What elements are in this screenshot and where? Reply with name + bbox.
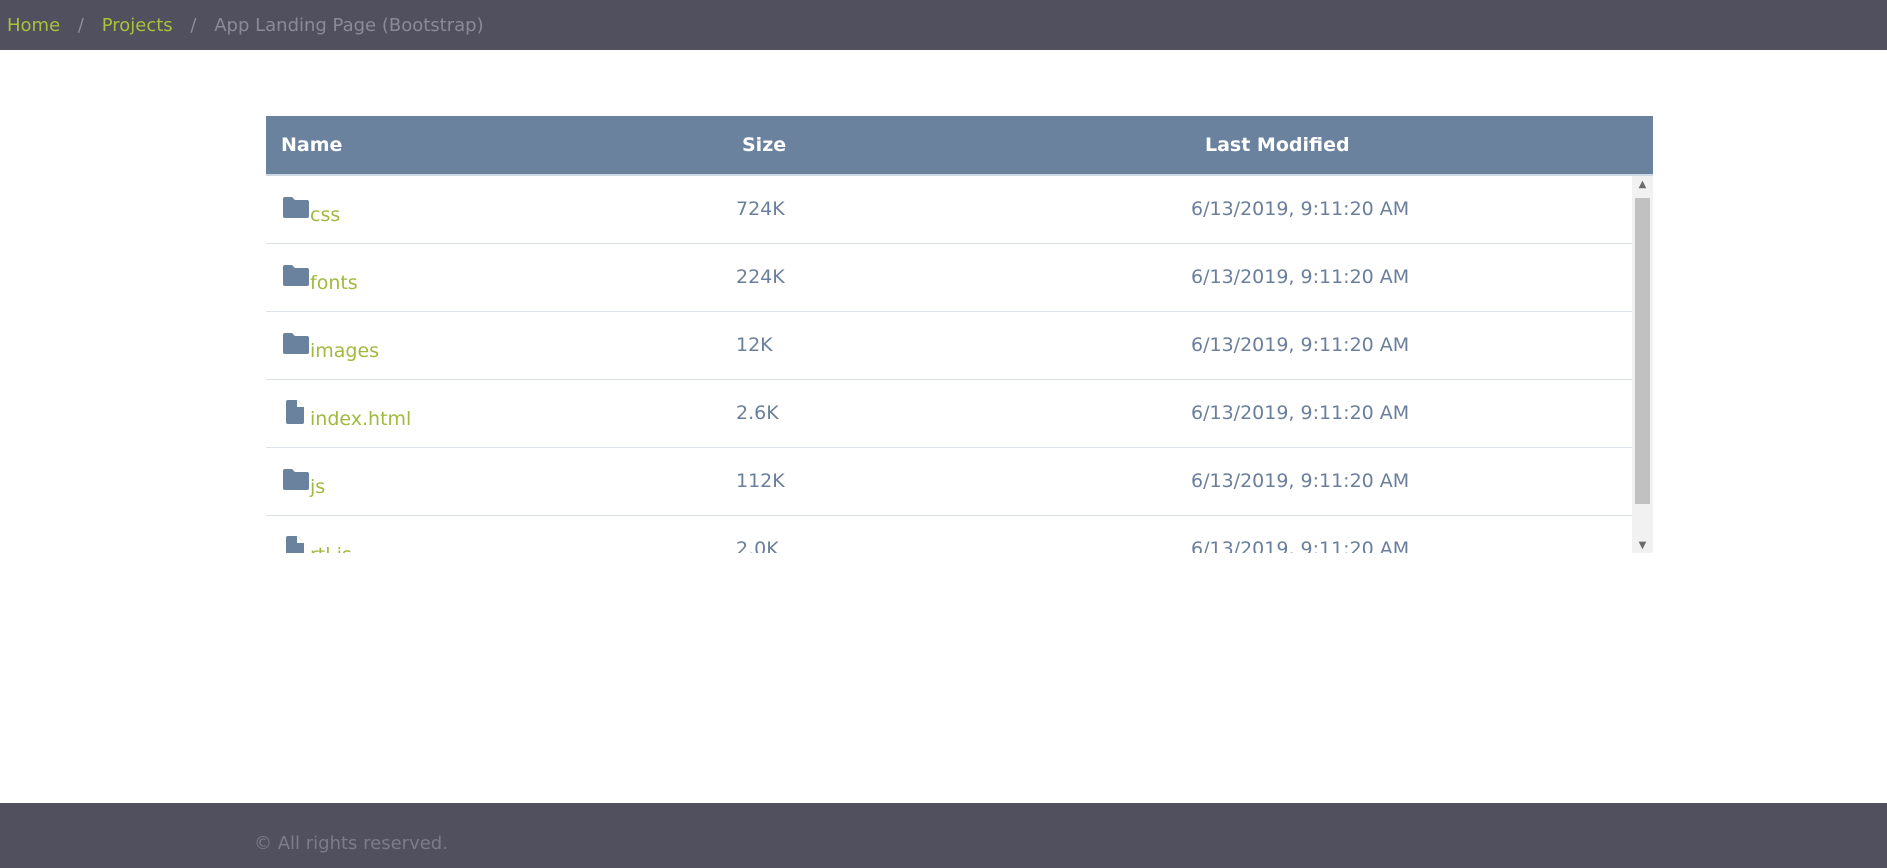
file-last-modified: 6/13/2019, 9:11:20 AM bbox=[1191, 198, 1410, 220]
file-size: 2.0K bbox=[736, 538, 779, 553]
table-scrollbar[interactable]: ▲ ▼ bbox=[1632, 176, 1653, 553]
table-row[interactable]: js 112K 6/13/2019, 9:11:20 AM bbox=[266, 448, 1632, 516]
table-row[interactable]: index.html 2.6K 6/13/2019, 9:11:20 AM bbox=[266, 380, 1632, 448]
breadcrumb-separator: / bbox=[77, 14, 84, 36]
folder-icon bbox=[282, 196, 310, 220]
breadcrumb-projects-link[interactable]: Projects bbox=[102, 15, 173, 36]
file-icon bbox=[282, 536, 310, 553]
file-last-modified: 6/13/2019, 9:11:20 AM bbox=[1191, 538, 1410, 553]
column-header-last-modified[interactable]: Last Modified bbox=[1205, 116, 1350, 174]
file-name-link[interactable]: index.html bbox=[310, 408, 411, 430]
file-last-modified: 6/13/2019, 9:11:20 AM bbox=[1191, 470, 1410, 492]
table-row[interactable]: images 12K 6/13/2019, 9:11:20 AM bbox=[266, 312, 1632, 380]
table-body[interactable]: css 724K 6/13/2019, 9:11:20 AM fonts 224… bbox=[266, 176, 1653, 553]
file-size: 12K bbox=[736, 334, 773, 356]
file-last-modified: 6/13/2019, 9:11:20 AM bbox=[1191, 402, 1410, 424]
table-row[interactable]: css 724K 6/13/2019, 9:11:20 AM bbox=[266, 176, 1632, 244]
scroll-up-arrow-icon[interactable]: ▲ bbox=[1632, 176, 1653, 192]
file-last-modified: 6/13/2019, 9:11:20 AM bbox=[1191, 334, 1410, 356]
footer: © All rights reserved. bbox=[0, 803, 1887, 868]
footer-copyright: © All rights reserved. bbox=[254, 833, 448, 854]
breadcrumb-separator: / bbox=[190, 14, 197, 36]
table-rows: css 724K 6/13/2019, 9:11:20 AM fonts 224… bbox=[266, 176, 1632, 553]
file-size: 724K bbox=[736, 198, 785, 220]
file-name-link[interactable]: css bbox=[310, 204, 340, 226]
breadcrumb-current: App Landing Page (Bootstrap) bbox=[214, 14, 484, 36]
file-size: 112K bbox=[736, 470, 785, 492]
breadcrumb: Home / Projects / App Landing Page (Boot… bbox=[7, 15, 484, 36]
file-last-modified: 6/13/2019, 9:11:20 AM bbox=[1191, 266, 1410, 288]
file-size: 2.6K bbox=[736, 402, 779, 424]
column-header-size[interactable]: Size bbox=[742, 116, 786, 174]
file-name-link[interactable]: rtl.js bbox=[310, 544, 352, 553]
top-bar: Home / Projects / App Landing Page (Boot… bbox=[0, 0, 1887, 50]
folder-icon bbox=[282, 332, 310, 356]
column-header-name[interactable]: Name bbox=[281, 116, 342, 174]
scrollbar-thumb[interactable] bbox=[1635, 198, 1650, 504]
file-table: Name Size Last Modified css 724K 6/13/20… bbox=[266, 116, 1653, 553]
table-header: Name Size Last Modified bbox=[266, 116, 1653, 176]
file-name-link[interactable]: images bbox=[310, 340, 379, 362]
file-size: 224K bbox=[736, 266, 785, 288]
file-name-link[interactable]: js bbox=[310, 476, 325, 498]
file-icon bbox=[282, 400, 310, 424]
scroll-down-arrow-icon[interactable]: ▼ bbox=[1632, 537, 1653, 553]
table-row[interactable]: rtl.js 2.0K 6/13/2019, 9:11:20 AM bbox=[266, 516, 1632, 553]
breadcrumb-home-link[interactable]: Home bbox=[7, 15, 60, 36]
file-name-link[interactable]: fonts bbox=[310, 272, 358, 294]
folder-icon bbox=[282, 264, 310, 288]
folder-icon bbox=[282, 468, 310, 492]
table-row[interactable]: fonts 224K 6/13/2019, 9:11:20 AM bbox=[266, 244, 1632, 312]
